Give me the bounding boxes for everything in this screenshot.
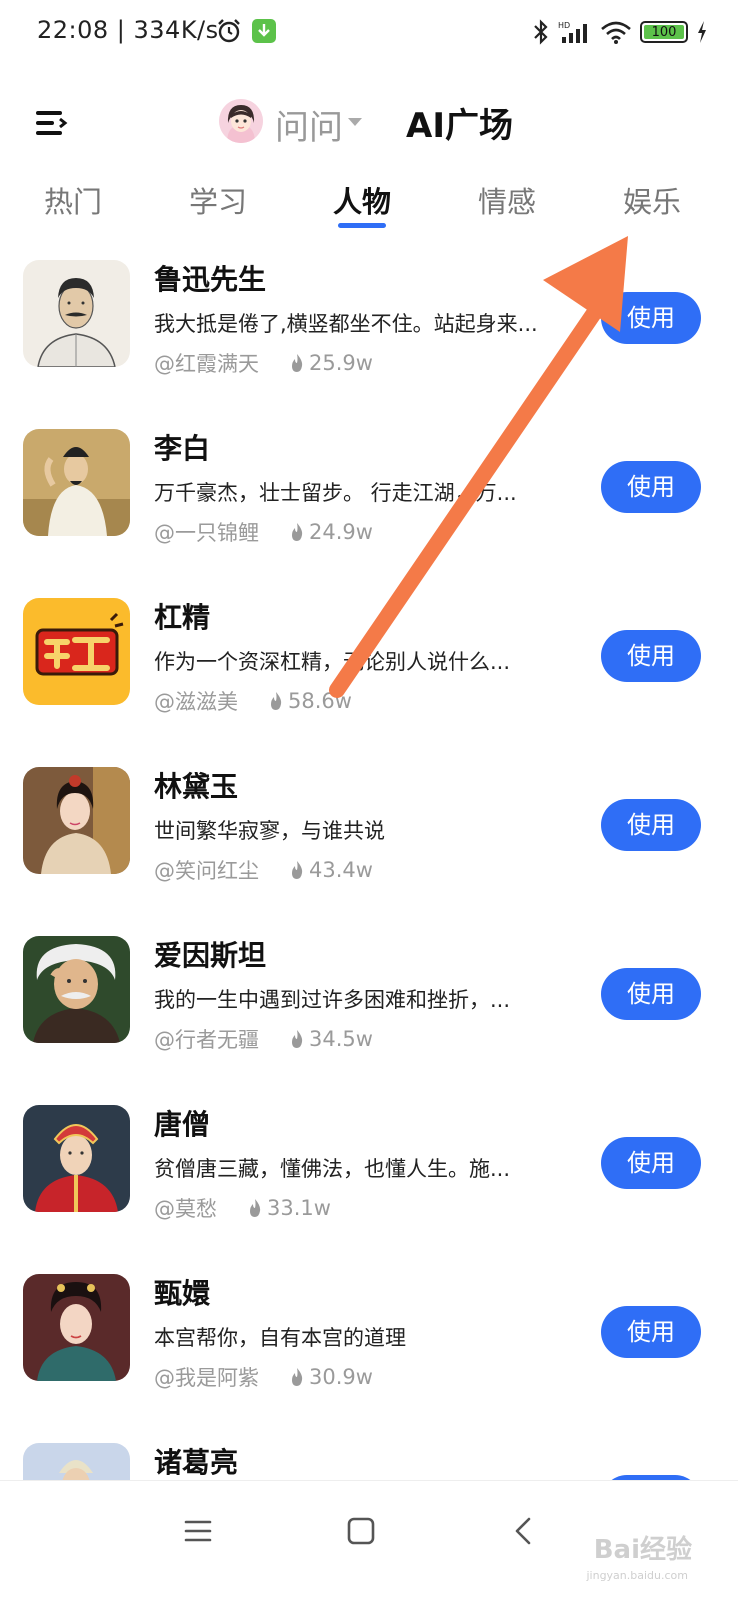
status-icons: HD 100 — [532, 18, 708, 46]
use-button[interactable]: 使用 — [601, 461, 701, 513]
page-title: AI广场 — [406, 106, 513, 146]
item-heat: 33.1w — [267, 1196, 331, 1220]
assistant-name[interactable]: 问问 — [275, 100, 343, 149]
character-list: 鲁迅先生 我大抵是倦了,横竖都坐不住。站起身来... @红霞满天 25.9w 使… — [0, 250, 738, 1480]
item-author: @莫愁 — [154, 1197, 217, 1221]
item-meta: @红霞满天 25.9w — [154, 348, 373, 378]
use-button[interactable]: 使用 — [601, 292, 701, 344]
use-button[interactable]: 使用 — [601, 1306, 701, 1358]
alarm-icon — [218, 19, 240, 43]
item-heat: 24.9w — [309, 520, 373, 544]
nav-menu-icon[interactable] — [178, 1511, 218, 1551]
item-author: @行者无疆 — [154, 1028, 259, 1052]
character-thumbnail — [23, 767, 130, 874]
charging-icon — [698, 21, 706, 43]
item-heat: 34.5w — [309, 1027, 373, 1051]
item-title: 甄嬛 — [154, 1277, 211, 1310]
list-item[interactable]: 杠精 作为一个资深杠精，无论别人说什么... @滋滋美 58.6w 使用 — [0, 588, 738, 757]
item-description: 世间繁华寂寥，与谁共说 — [154, 819, 385, 843]
item-meta: @一只锦鲤 24.9w — [154, 517, 373, 547]
battery-level: 100 — [644, 25, 684, 40]
avatar[interactable] — [219, 99, 263, 143]
item-meta: @滋滋美 58.6w — [154, 686, 352, 716]
item-description: 本宫帮你，自有本宫的道理 — [154, 1326, 406, 1350]
item-author: @滋滋美 — [154, 690, 238, 714]
item-description: 万千豪杰，壮士留步。 行走江湖，万... — [154, 481, 517, 505]
category-tabs: 热门 学习 人物 情感 娱乐 — [0, 175, 738, 235]
character-thumbnail — [23, 1443, 130, 1480]
list-item[interactable]: 鲁迅先生 我大抵是倦了,横竖都坐不住。站起身来... @红霞满天 25.9w 使… — [0, 250, 738, 419]
item-title: 唐僧 — [154, 1108, 211, 1141]
list-item[interactable]: 林黛玉 世间繁华寂寥，与谁共说 @笑问红尘 43.4w 使用 — [0, 757, 738, 926]
tab-people[interactable]: 人物 — [333, 179, 391, 221]
battery-icon: 100 — [640, 21, 688, 43]
list-item[interactable]: 甄嬛 本宫帮你，自有本宫的道理 @我是阿紫 30.9w 使用 — [0, 1264, 738, 1433]
item-heat: 30.9w — [309, 1365, 373, 1389]
character-thumbnail — [23, 260, 130, 367]
status-bar: 22:08 | 334K/s HD 100 — [0, 0, 738, 64]
flame-icon — [292, 354, 303, 372]
item-heat: 43.4w — [309, 858, 373, 882]
watermark-brand: Bai经验 — [593, 1535, 692, 1565]
download-icon — [252, 19, 276, 43]
tab-hot[interactable]: 热门 — [44, 179, 102, 221]
tab-study[interactable]: 学习 — [189, 179, 247, 221]
item-title: 杠精 — [154, 601, 211, 634]
item-heat: 58.6w — [288, 689, 352, 713]
use-button[interactable]: 使用 — [601, 799, 701, 851]
item-heat: 25.9w — [309, 351, 373, 375]
list-item[interactable]: 诸葛亮 使用 — [0, 1433, 738, 1480]
item-description: 我的一生中遇到过许多困难和挫折，... — [154, 988, 511, 1012]
item-description: 作为一个资深杠精，无论别人说什么... — [154, 650, 511, 674]
item-title: 爱因斯坦 — [154, 939, 267, 972]
flame-icon — [292, 1368, 303, 1386]
list-item[interactable]: 唐僧 贫僧唐三藏，懂佛法，也懂人生。施... @莫愁 33.1w 使用 — [0, 1095, 738, 1264]
character-thumbnail — [23, 936, 130, 1043]
list-item[interactable]: 爱因斯坦 我的一生中遇到过许多困难和挫折，... @行者无疆 34.5w 使用 — [0, 926, 738, 1095]
item-title: 李白 — [154, 432, 211, 465]
item-description: 贫僧唐三藏，懂佛法，也懂人生。施... — [154, 1157, 511, 1181]
wifi-icon — [601, 21, 631, 44]
header: 问问 AI广场 — [0, 90, 738, 160]
item-meta: @笑问红尘 43.4w — [154, 855, 373, 885]
flame-icon — [292, 523, 303, 541]
use-button[interactable]: 使用 — [601, 630, 701, 682]
item-title: 诸葛亮 — [154, 1446, 239, 1479]
item-author: @一只锦鲤 — [154, 521, 259, 545]
item-meta: @莫愁 33.1w — [154, 1193, 331, 1223]
item-author: @笑问红尘 — [154, 859, 259, 883]
chevron-down-icon[interactable] — [348, 118, 362, 126]
tab-entertainment[interactable]: 娱乐 — [623, 179, 681, 221]
character-thumbnail — [23, 1105, 130, 1212]
flame-icon — [292, 1030, 303, 1048]
system-nav-bar: Bai经验 jingyan.baidu.com — [0, 1480, 738, 1600]
item-title: 林黛玉 — [154, 770, 239, 803]
use-button[interactable]: 使用 — [601, 968, 701, 1020]
bluetooth-icon — [534, 19, 548, 45]
svg-text:HD: HD — [558, 21, 570, 30]
character-thumbnail — [23, 429, 130, 536]
watermark-url: jingyan.baidu.com — [586, 1569, 688, 1582]
tab-active-indicator — [338, 223, 386, 228]
flame-icon — [271, 692, 282, 710]
flame-icon — [250, 1199, 261, 1217]
item-author: @红霞满天 — [154, 352, 259, 376]
item-author: @我是阿紫 — [154, 1366, 259, 1390]
menu-icon[interactable] — [34, 108, 68, 138]
signal-icon: HD — [558, 21, 587, 43]
item-meta: @行者无疆 34.5w — [154, 1024, 373, 1054]
status-time: 22:08 | 334K/s — [37, 16, 219, 44]
tab-emotion[interactable]: 情感 — [478, 179, 536, 221]
list-item[interactable]: 李白 万千豪杰，壮士留步。 行走江湖，万... @一只锦鲤 24.9w 使用 — [0, 419, 738, 588]
character-thumbnail — [23, 1274, 130, 1381]
nav-home-icon[interactable] — [341, 1511, 381, 1551]
nav-back-icon[interactable] — [505, 1511, 545, 1551]
use-button[interactable]: 使用 — [601, 1137, 701, 1189]
item-description: 我大抵是倦了,横竖都坐不住。站起身来... — [154, 312, 538, 336]
item-title: 鲁迅先生 — [154, 263, 267, 296]
flame-icon — [292, 861, 303, 879]
character-thumbnail — [23, 598, 130, 705]
item-meta: @我是阿紫 30.9w — [154, 1362, 373, 1392]
